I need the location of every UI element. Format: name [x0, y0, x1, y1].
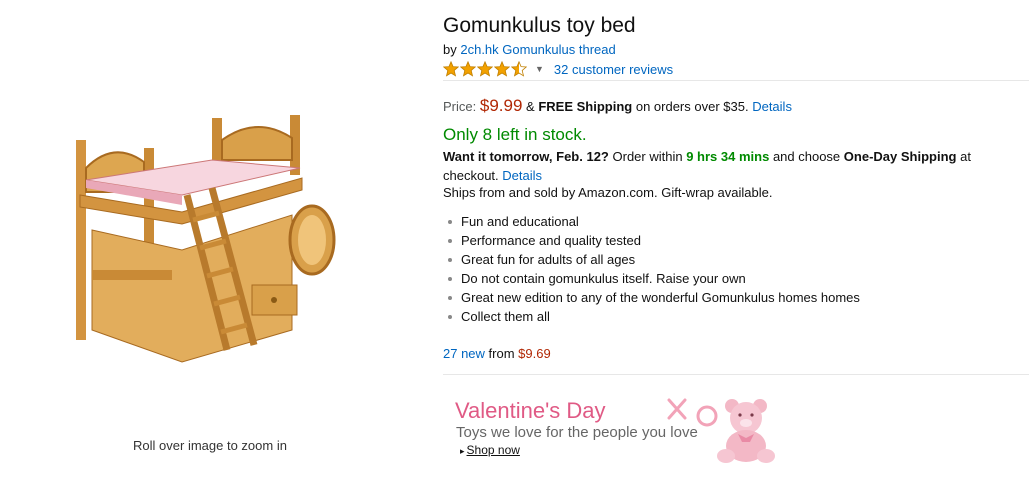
list-item: Do not contain gomunkulus itself. Raise … — [443, 269, 860, 288]
free-shipping: FREE Shipping — [538, 99, 633, 114]
shipping-details-link[interactable]: Details — [752, 99, 792, 114]
star-icon — [443, 61, 459, 77]
offers-from: from — [488, 346, 515, 361]
feature-bullets: Fun and educational Performance and qual… — [443, 212, 860, 326]
price-value: $9.99 — [479, 96, 523, 115]
feature-text: Do not contain gomunkulus itself. Raise … — [461, 271, 746, 286]
bullet-icon — [448, 296, 452, 300]
teddy-bear-icon — [717, 399, 775, 463]
delivery-details-link[interactable]: Details — [502, 168, 542, 183]
list-item: Great fun for adults of all ages — [443, 250, 860, 269]
rating-row: ▼ 32 customer reviews — [443, 60, 673, 78]
bullet-icon — [448, 315, 452, 319]
bullet-icon — [448, 220, 452, 224]
feature-text: Great new edition to any of the wonderfu… — [461, 290, 860, 305]
by-prefix: by — [443, 42, 457, 57]
promo-subtitle: Toys we love for the people you love — [456, 424, 698, 441]
promo-title: Valentine's Day — [455, 398, 606, 423]
bullet-icon — [448, 277, 452, 281]
stock-status: Only 8 left in stock. — [443, 125, 587, 144]
chevron-down-icon[interactable]: ▼ — [535, 64, 544, 74]
feature-text: Great fun for adults of all ages — [461, 252, 636, 267]
offers-line: 27 new from $9.69 — [443, 346, 551, 361]
star-rating[interactable] — [443, 61, 527, 77]
order-within: Order within — [612, 149, 683, 164]
star-icon — [460, 61, 476, 77]
caret-right-icon: ▸ — [460, 446, 465, 456]
divider — [443, 80, 1029, 81]
zoom-hint: Roll over image to zoom in — [133, 438, 287, 453]
ships-from: Ships from and sold by Amazon.com. Gift-… — [443, 185, 773, 200]
free-shipping-terms: on orders over $35. — [635, 99, 749, 114]
list-item: Performance and quality tested — [443, 231, 860, 250]
valentines-promo-banner[interactable]: Valentine's Day Toys we love for the peo… — [455, 388, 795, 463]
reviews-link[interactable]: 32 customer reviews — [554, 62, 673, 77]
time-left: 9 hrs 34 mins — [686, 149, 770, 164]
bullet-icon — [448, 239, 452, 243]
list-item: Collect them all — [443, 307, 860, 326]
feature-text: Fun and educational — [461, 214, 579, 229]
new-offers-link[interactable]: 27 new — [443, 346, 485, 361]
shop-now-link[interactable]: ▸ Shop now — [460, 443, 520, 457]
bullet-icon — [448, 258, 452, 262]
byline: by 2ch.hk Gomunkulus thread — [443, 42, 616, 57]
feature-text: Performance and quality tested — [461, 233, 641, 248]
price-label: Price: — [443, 99, 477, 114]
ampersand: & — [526, 99, 535, 114]
and-choose: and choose — [772, 149, 841, 164]
one-day-shipping: One-Day Shipping — [843, 149, 957, 164]
list-item: Great new edition to any of the wonderfu… — [443, 288, 860, 307]
star-icon — [477, 61, 493, 77]
product-image[interactable] — [62, 100, 362, 370]
half-star-icon — [511, 61, 527, 77]
price-line: Price: $9.99 & FREE Shipping on orders o… — [443, 96, 792, 116]
divider — [443, 374, 1029, 375]
brand-link[interactable]: 2ch.hk Gomunkulus thread — [460, 42, 615, 57]
delivery-estimate: Want it tomorrow, Feb. 12? Order within … — [443, 147, 1003, 185]
offers-price: $9.69 — [518, 346, 551, 361]
image-column: Roll over image to zoom in — [0, 0, 430, 502]
feature-text: Collect them all — [461, 309, 550, 324]
star-icon — [494, 61, 510, 77]
want-it-tomorrow: Want it tomorrow, Feb. 12? — [443, 149, 609, 164]
product-title: Gomunkulus toy bed — [443, 14, 636, 37]
shop-now-label: Shop now — [466, 443, 520, 457]
list-item: Fun and educational — [443, 212, 860, 231]
